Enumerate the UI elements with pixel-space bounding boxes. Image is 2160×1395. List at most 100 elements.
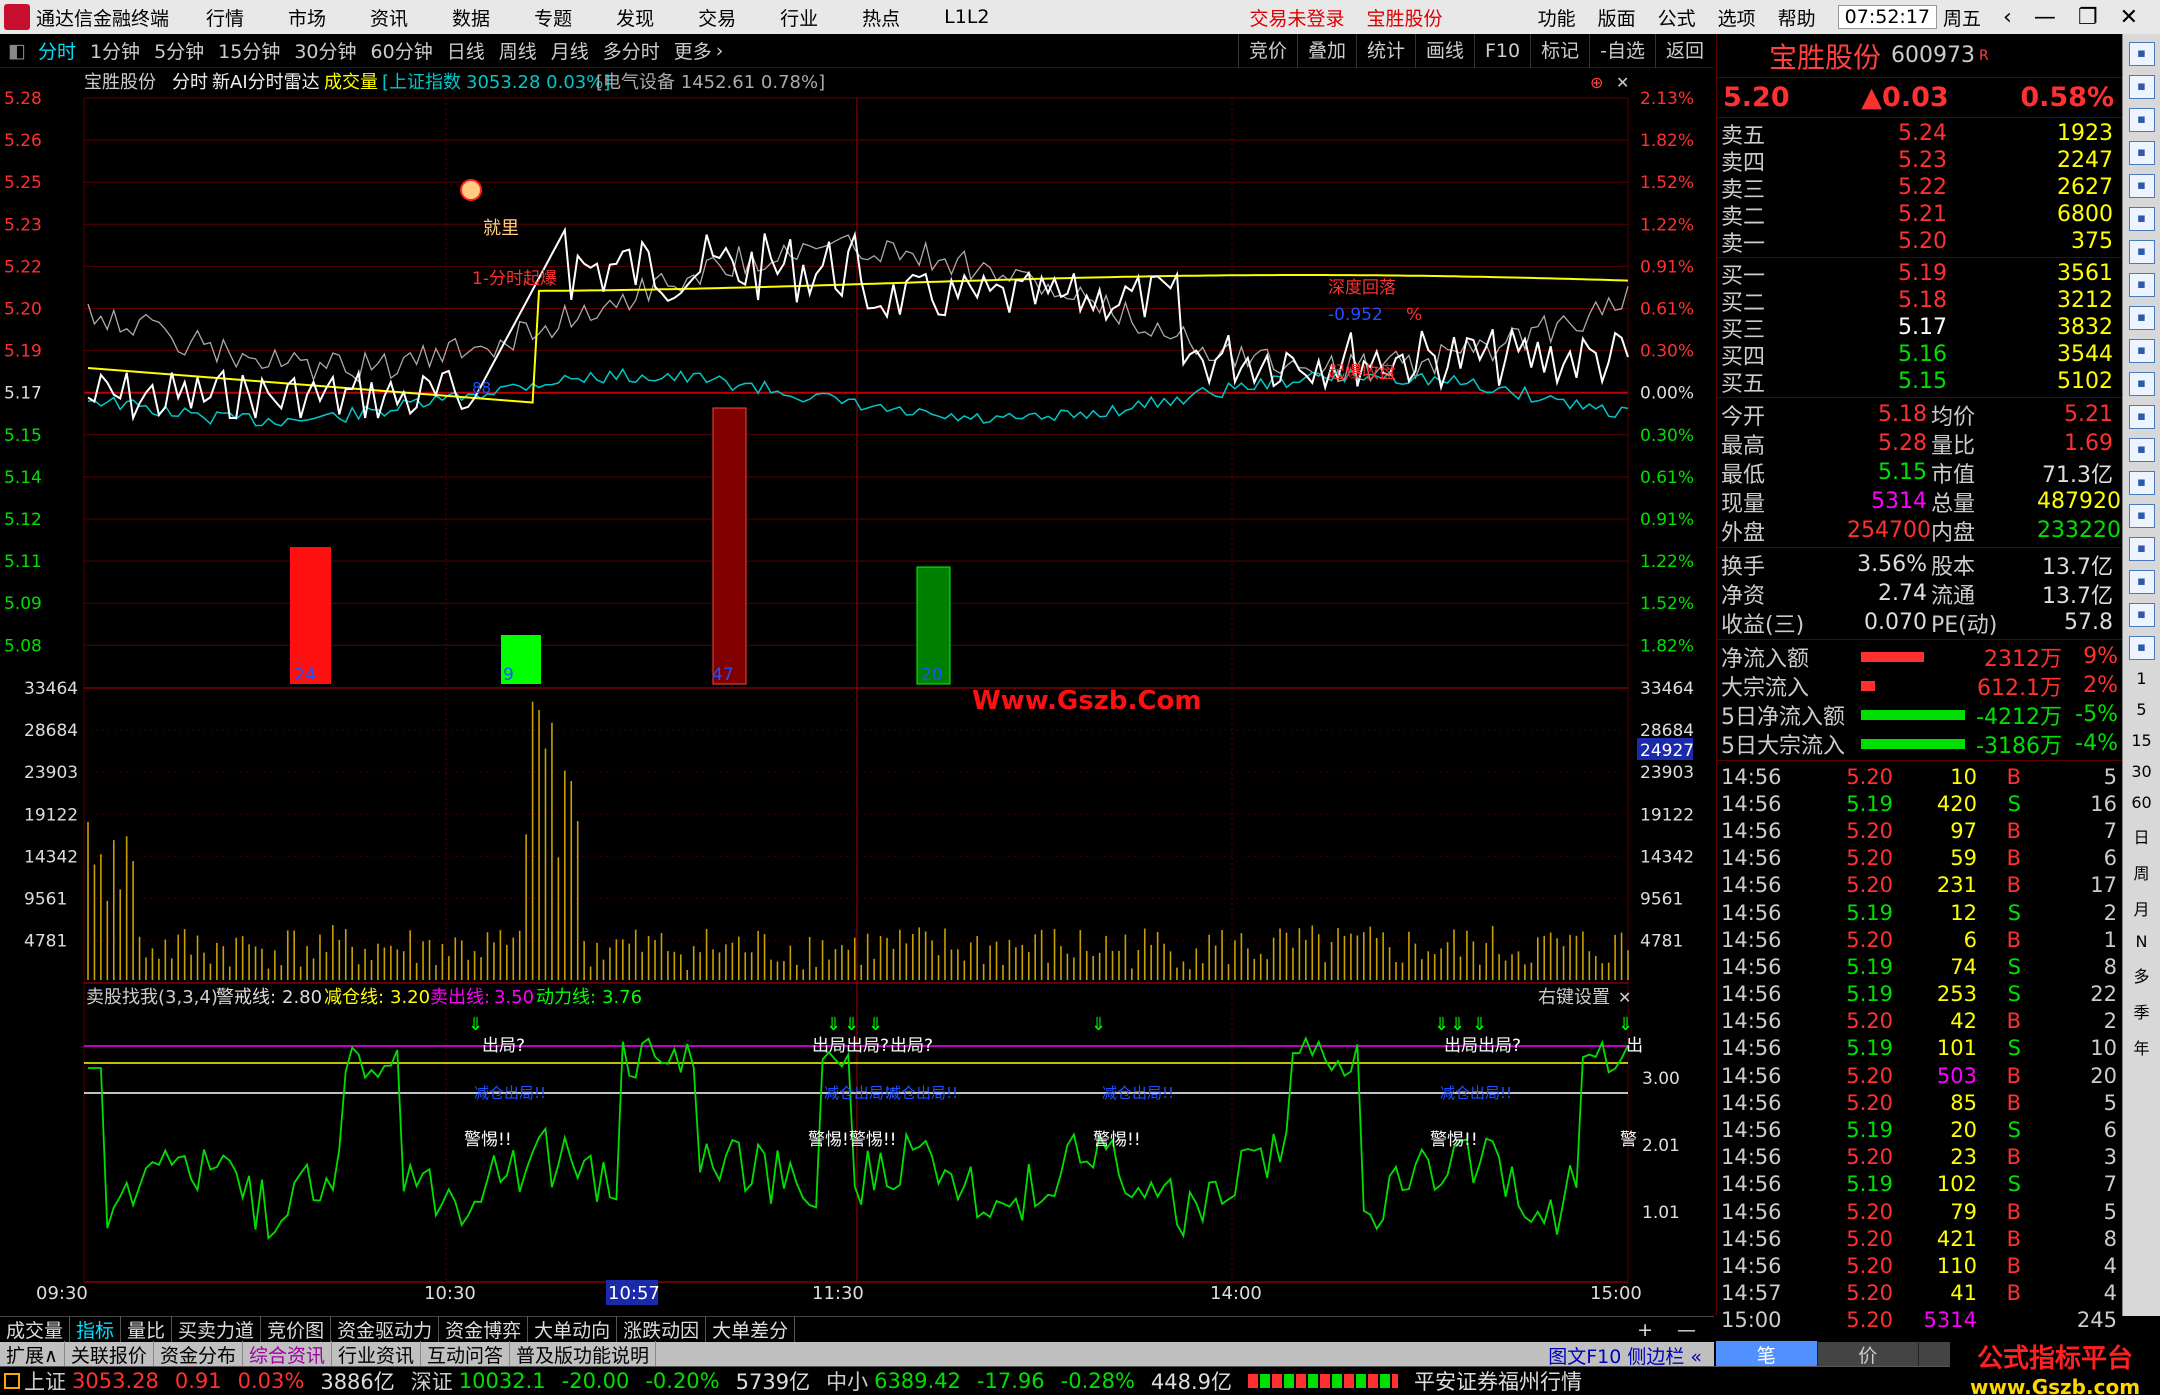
period-multi[interactable]: 多分时: [603, 37, 660, 64]
restore-icon[interactable]: ❐: [2078, 5, 2098, 30]
stock-icon[interactable]: ▪: [2128, 339, 2155, 363]
f10-sidebar-toggle[interactable]: 图文F10 侧边栏 «: [1542, 1342, 1708, 1369]
close-icon[interactable]: ✕: [2120, 5, 2138, 30]
chart-canvas[interactable]: 宝胜股份 分时 新AI分时雷达 成交量 [上证指数 3053.28 0.03%]…: [0, 68, 1714, 1316]
period-30min[interactable]: 30分钟: [294, 37, 356, 64]
tool-back[interactable]: 返回: [1654, 34, 1714, 68]
side-period-button[interactable]: 周: [2123, 860, 2160, 884]
menu-item-quotes[interactable]: 行情: [206, 4, 244, 31]
info-tab[interactable]: 行业资讯: [332, 1340, 421, 1368]
info-tab[interactable]: 资金分布: [154, 1340, 243, 1368]
tick-row[interactable]: 14:56 5.19 74 S 8: [1717, 953, 2122, 980]
tick-row[interactable]: 14:56 5.19 20 S 6: [1717, 1116, 2122, 1143]
tick-row[interactable]: 14:56 5.20 110 B 4: [1717, 1252, 2122, 1279]
chart-close-icon[interactable]: ✕: [1616, 73, 1629, 92]
add-tab-button[interactable]: +: [1625, 1319, 1665, 1341]
order-row[interactable]: 卖一 5.20 375: [1717, 228, 2122, 257]
order-row[interactable]: 卖三 5.22 2627: [1717, 174, 2122, 203]
tick-row[interactable]: 14:56 5.19 12 S 2: [1717, 899, 2122, 926]
tool-draw[interactable]: 画线: [1414, 34, 1474, 68]
tick-row[interactable]: 14:56 5.20 42 B 2: [1717, 1008, 2122, 1035]
arrow-up-icon[interactable]: ▪: [2128, 42, 2155, 66]
menu-item-industry[interactable]: 行业: [780, 4, 818, 31]
tick-row[interactable]: 14:57 5.20 41 B 4: [1717, 1280, 2122, 1307]
arrow-up-icon[interactable]: ▪: [2128, 75, 2155, 99]
menu-item-trade[interactable]: 交易: [698, 4, 736, 31]
info-tab[interactable]: 普及版功能说明: [510, 1340, 657, 1368]
menu-formula[interactable]: 公式: [1658, 4, 1696, 31]
tick-row[interactable]: 14:56 5.20 23 B 3: [1717, 1144, 2122, 1171]
period-daily[interactable]: 日线: [447, 37, 485, 64]
ind-close-icon[interactable]: ✕: [1618, 988, 1631, 1007]
indicator-tab[interactable]: 大单动向: [528, 1316, 618, 1343]
side-period-button[interactable]: 60: [2123, 793, 2160, 812]
wave-icon[interactable]: ▪: [2128, 537, 2155, 561]
indicator-tab[interactable]: 大单差分: [706, 1316, 796, 1343]
quote-tab[interactable]: 笔: [1716, 1340, 1818, 1368]
side-period-button[interactable]: 1: [2123, 669, 2160, 688]
period-60min[interactable]: 60分钟: [371, 37, 433, 64]
order-row[interactable]: 买四 5.16 3544: [1717, 341, 2122, 370]
side-period-button[interactable]: 30: [2123, 762, 2160, 781]
status-zx-label[interactable]: 中小: [826, 1366, 868, 1395]
indicator-tab[interactable]: 指标: [70, 1316, 122, 1343]
tick-row[interactable]: 14:56 5.20 59 B 6: [1717, 845, 2122, 872]
pen-icon[interactable]: ▪: [2128, 603, 2155, 627]
dual-icon[interactable]: ▪: [2128, 471, 2155, 495]
tick-list[interactable]: 14:56 5.20 10 B 5 14:56 5.19 420 S 16 14:56 5.20 97 B…: [1717, 761, 2122, 1334]
menu-item-discover[interactable]: 发现: [616, 4, 654, 31]
order-row[interactable]: 卖四 5.23 2247: [1717, 147, 2122, 176]
order-row[interactable]: 卖二 5.21 6800: [1717, 201, 2122, 230]
side-period-button[interactable]: 月: [2123, 896, 2160, 920]
table-icon[interactable]: ▪: [2128, 273, 2155, 297]
tick-row[interactable]: 14:56 5.20 97 B 7: [1717, 817, 2122, 844]
tick-row[interactable]: 14:56 5.20 10 B 5: [1717, 763, 2122, 790]
tool-overlay[interactable]: 叠加: [1296, 34, 1356, 68]
order-row[interactable]: 买五 5.15 5102: [1717, 368, 2122, 397]
side-period-button[interactable]: N: [2123, 932, 2160, 951]
status-sz-label[interactable]: 深证: [411, 1366, 453, 1395]
info-tab[interactable]: 关联报价: [65, 1340, 154, 1368]
tick-row[interactable]: 15:00 5.20 5314 245: [1717, 1307, 2122, 1334]
f1-icon[interactable]: ▪: [2128, 372, 2155, 396]
indicator-tab[interactable]: 成交量: [0, 1316, 71, 1343]
collapse-icon[interactable]: ◧: [8, 40, 26, 62]
quote-tab[interactable]: 价: [1818, 1340, 1919, 1368]
indicator-tab[interactable]: 涨跌动因: [617, 1316, 707, 1343]
compare-icon[interactable]: ▪: [2128, 504, 2155, 528]
tick-row[interactable]: 14:56 5.20 421 B 8: [1717, 1225, 2122, 1252]
tick-row[interactable]: 14:56 5.19 253 S 22: [1717, 981, 2122, 1008]
indicator-tab[interactable]: 竞价图: [261, 1316, 332, 1343]
tick-row[interactable]: 14:56 5.20 6 B 1: [1717, 926, 2122, 953]
tick-row[interactable]: 14:56 5.20 85 B 5: [1717, 1089, 2122, 1116]
menu-item-news[interactable]: 资讯: [370, 4, 408, 31]
indicator-tab[interactable]: 量比: [121, 1316, 173, 1343]
info-tab[interactable]: 扩展∧: [0, 1340, 65, 1368]
side-period-button[interactable]: 多: [2123, 963, 2160, 987]
tick-row[interactable]: 14:56 5.19 420 S 16: [1717, 790, 2122, 817]
menu-item-topic[interactable]: 专题: [534, 4, 572, 31]
tick-row[interactable]: 14:56 5.19 101 S 10: [1717, 1035, 2122, 1062]
minimize-icon[interactable]: —: [2034, 5, 2056, 30]
grid-icon[interactable]: ▪: [2128, 141, 2155, 165]
order-row[interactable]: 卖五 5.24 1923: [1717, 120, 2122, 149]
side-period-button[interactable]: 5: [2123, 700, 2160, 719]
trade-login-status[interactable]: 交易未登录: [1250, 4, 1345, 31]
chart-add-icon[interactable]: ⊕: [1590, 73, 1603, 92]
tick-row[interactable]: 14:56 5.20 231 B 17: [1717, 872, 2122, 899]
order-row[interactable]: 买二 5.18 3212: [1717, 287, 2122, 316]
menu-item-data[interactable]: 数据: [452, 4, 490, 31]
side-period-button[interactable]: 15: [2123, 731, 2160, 750]
tool-remove-watch[interactable]: -自选: [1589, 34, 1655, 68]
period-weekly[interactable]: 周线: [499, 37, 537, 64]
indicator-tab[interactable]: 资金博弈: [439, 1316, 529, 1343]
tool-stats[interactable]: 统计: [1355, 34, 1415, 68]
list-icon[interactable]: ▪: [2128, 174, 2155, 198]
ind-setting[interactable]: 右键设置: [1538, 987, 1610, 1008]
menu-item-hot[interactable]: 热点: [862, 4, 900, 31]
period-1min[interactable]: 1分钟: [90, 37, 140, 64]
order-row[interactable]: 买一 5.19 3561: [1717, 260, 2122, 289]
tool-mark[interactable]: 标记: [1530, 34, 1589, 68]
f5-icon[interactable]: ▪: [2128, 636, 2155, 660]
period-15min[interactable]: 15分钟: [218, 37, 280, 64]
